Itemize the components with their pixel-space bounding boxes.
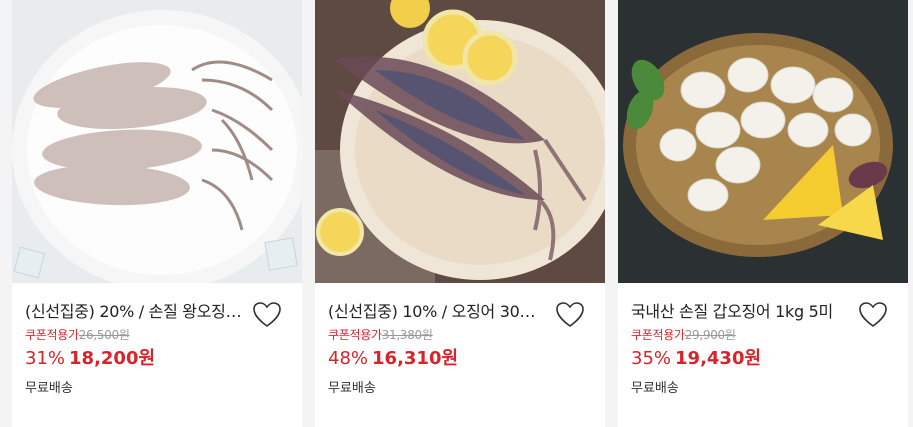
shipping-info: 무료배송: [25, 381, 73, 396]
sale-price-row: 31% 18,200원: [25, 344, 155, 370]
original-price: 29,900원: [684, 328, 736, 342]
coupon-price-row: 쿠폰적용가26,500원: [25, 326, 130, 343]
sale-price-row: 35% 19,430원: [631, 344, 761, 370]
wishlist-heart-icon[interactable]: [252, 301, 282, 329]
original-price: 26,500원: [78, 328, 130, 342]
shipping-info: 무료배송: [631, 381, 679, 396]
original-price: 31,380원: [381, 328, 433, 342]
coupon-label: 쿠폰적용가: [25, 328, 79, 342]
shipping-info: 무료배송: [328, 381, 376, 396]
product-image[interactable]: [315, 0, 605, 283]
product-card[interactable]: 국내산 손질 갑오징어 1kg 5미 쿠폰적용가29,900원 35% 19,43…: [618, 0, 908, 427]
product-card[interactable]: (신선집중) 10% / 오징어 30마리 쿠폰적용가31,380원 48% 16…: [315, 0, 605, 427]
product-image[interactable]: [12, 0, 302, 283]
sale-price: 16,310원: [372, 348, 459, 369]
wishlist-heart-icon[interactable]: [858, 301, 888, 329]
coupon-label: 쿠폰적용가: [631, 328, 685, 342]
coupon-price-row: 쿠폰적용가31,380원: [328, 326, 433, 343]
product-title[interactable]: (신선집중) 20% / 손질 왕오징어 1kg: [25, 298, 245, 322]
discount-rate: 48%: [328, 348, 369, 369]
sale-price: 19,430원: [675, 348, 762, 369]
coupon-label: 쿠폰적용가: [328, 328, 382, 342]
product-title[interactable]: (신선집중) 10% / 오징어 30마리: [328, 298, 548, 322]
wishlist-heart-icon[interactable]: [555, 301, 585, 329]
product-image[interactable]: [618, 0, 908, 283]
sale-price: 18,200원: [69, 348, 156, 369]
coupon-price-row: 쿠폰적용가29,900원: [631, 326, 736, 343]
product-title[interactable]: 국내산 손질 갑오징어 1kg 5미: [631, 298, 851, 322]
discount-rate: 35%: [631, 348, 672, 369]
discount-rate: 31%: [25, 348, 66, 369]
sale-price-row: 48% 16,310원: [328, 344, 458, 370]
product-card[interactable]: (신선집중) 20% / 손질 왕오징어 1kg 쿠폰적용가26,500원 31…: [12, 0, 302, 427]
